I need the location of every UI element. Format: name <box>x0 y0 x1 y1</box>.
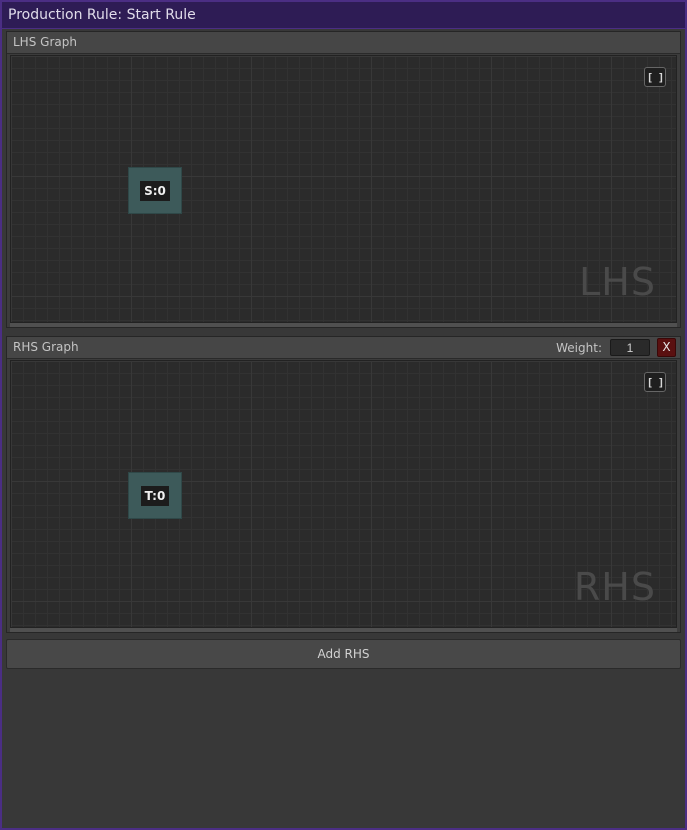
production-rule-window: Production Rule: Start Rule LHS Graph [ … <box>0 0 687 830</box>
lhs-node-label: S:0 <box>140 180 170 201</box>
weight-label: Weight: <box>556 341 602 355</box>
rhs-node-label: T:0 <box>140 485 170 506</box>
weight-input[interactable] <box>610 339 650 356</box>
rhs-graph-scrollbar[interactable] <box>10 628 677 632</box>
window-content: LHS Graph [ ] S:0 LHS RHS Graph Weight: … <box>2 29 685 828</box>
add-rhs-button[interactable]: Add RHS <box>6 639 681 669</box>
rhs-node-t0[interactable]: T:0 <box>128 472 182 519</box>
lhs-graph-canvas[interactable]: [ ] S:0 LHS <box>10 55 677 323</box>
lhs-panel: LHS Graph [ ] S:0 LHS <box>6 31 681 328</box>
lhs-header: LHS Graph <box>7 32 680 54</box>
lhs-frame-all-button[interactable]: [ ] <box>644 67 666 87</box>
rhs-graph-canvas[interactable]: [ ] T:0 RHS <box>10 360 677 628</box>
rhs-frame-all-button[interactable]: [ ] <box>644 372 666 392</box>
frame-icon: [ ] <box>646 70 665 84</box>
remove-rhs-button[interactable]: X <box>657 338 676 357</box>
rhs-header-label: RHS Graph <box>13 340 79 354</box>
rhs-header: RHS Graph Weight: X <box>7 337 680 359</box>
lhs-watermark: LHS <box>579 260 656 304</box>
frame-icon: [ ] <box>646 375 665 389</box>
rhs-watermark: RHS <box>573 565 656 609</box>
lhs-header-label: LHS Graph <box>13 35 77 49</box>
lhs-graph-scrollbar[interactable] <box>10 323 677 327</box>
rhs-panel: RHS Graph Weight: X [ ] T:0 RHS <box>6 336 681 633</box>
lhs-node-s0[interactable]: S:0 <box>128 167 182 214</box>
window-title: Production Rule: Start Rule <box>2 2 685 29</box>
